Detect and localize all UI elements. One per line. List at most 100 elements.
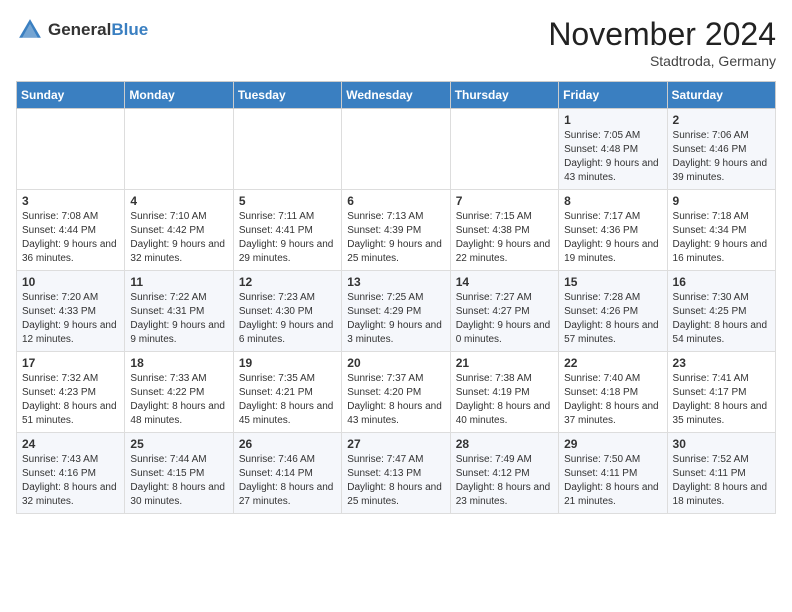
calendar-cell: 16 Sunrise: 7:30 AMSunset: 4:25 PMDayligh… (667, 271, 775, 352)
logo-blue: Blue (111, 20, 148, 39)
logo-text: GeneralBlue (48, 20, 148, 40)
day-info: Sunrise: 7:28 AMSunset: 4:26 PMDaylight:… (564, 291, 661, 347)
day-info: Sunrise: 7:38 AMSunset: 4:19 PMDaylight:… (456, 372, 553, 428)
calendar-table: Sunday Monday Tuesday Wednesday Thursday… (16, 81, 776, 514)
day-number: 3 (22, 194, 119, 208)
calendar-cell: 23 Sunrise: 7:41 AMSunset: 4:17 PMDayligh… (667, 352, 775, 433)
calendar-cell: 29 Sunrise: 7:50 AMSunset: 4:11 PMDayligh… (559, 433, 667, 514)
day-info: Sunrise: 7:30 AMSunset: 4:25 PMDaylight:… (673, 291, 770, 347)
day-info: Sunrise: 7:22 AMSunset: 4:31 PMDaylight:… (130, 291, 227, 347)
day-number: 8 (564, 194, 661, 208)
day-number: 16 (673, 275, 770, 289)
page-header: GeneralBlue November 2024 Stadtroda, Ger… (16, 16, 776, 69)
calendar-week-4: 17 Sunrise: 7:32 AMSunset: 4:23 PMDayligh… (17, 352, 776, 433)
day-number: 5 (239, 194, 336, 208)
day-info: Sunrise: 7:37 AMSunset: 4:20 PMDaylight:… (347, 372, 444, 428)
day-number: 30 (673, 437, 770, 451)
day-number: 20 (347, 356, 444, 370)
day-number: 11 (130, 275, 227, 289)
day-info: Sunrise: 7:18 AMSunset: 4:34 PMDaylight:… (673, 210, 770, 266)
calendar-cell (342, 109, 450, 190)
calendar-cell: 28 Sunrise: 7:49 AMSunset: 4:12 PMDayligh… (450, 433, 558, 514)
day-number: 25 (130, 437, 227, 451)
day-number: 1 (564, 113, 661, 127)
col-monday: Monday (125, 82, 233, 109)
calendar-cell: 1Sunrise: 7:05 AMSunset: 4:48 PMDaylight… (559, 109, 667, 190)
day-info: Sunrise: 7:32 AMSunset: 4:23 PMDaylight:… (22, 372, 119, 428)
day-number: 6 (347, 194, 444, 208)
day-number: 29 (564, 437, 661, 451)
calendar-header-row: Sunday Monday Tuesday Wednesday Thursday… (17, 82, 776, 109)
calendar-cell (233, 109, 341, 190)
day-info: Sunrise: 7:52 AMSunset: 4:11 PMDaylight:… (673, 453, 770, 509)
day-info: Sunrise: 7:15 AMSunset: 4:38 PMDaylight:… (456, 210, 553, 266)
day-info: Sunrise: 7:11 AMSunset: 4:41 PMDaylight:… (239, 210, 336, 266)
col-thursday: Thursday (450, 82, 558, 109)
calendar-cell: 14Sunrise: 7:27 AMSunset: 4:27 PMDayligh… (450, 271, 558, 352)
calendar-cell: 21 Sunrise: 7:38 AMSunset: 4:19 PMDayligh… (450, 352, 558, 433)
day-info: Sunrise: 7:44 AMSunset: 4:15 PMDaylight:… (130, 453, 227, 509)
day-info: Sunrise: 7:13 AMSunset: 4:39 PMDaylight:… (347, 210, 444, 266)
calendar-cell (125, 109, 233, 190)
day-info: Sunrise: 7:40 AMSunset: 4:18 PMDaylight:… (564, 372, 661, 428)
calendar-cell: 13Sunrise: 7:25 AMSunset: 4:29 PMDayligh… (342, 271, 450, 352)
calendar-cell: 4Sunrise: 7:10 AMSunset: 4:42 PMDaylight… (125, 190, 233, 271)
calendar-cell: 17 Sunrise: 7:32 AMSunset: 4:23 PMDayligh… (17, 352, 125, 433)
calendar-cell: 15 Sunrise: 7:28 AMSunset: 4:26 PMDayligh… (559, 271, 667, 352)
day-number: 14 (456, 275, 553, 289)
day-number: 23 (673, 356, 770, 370)
day-info: Sunrise: 7:08 AMSunset: 4:44 PMDaylight:… (22, 210, 119, 266)
calendar-cell: 27 Sunrise: 7:47 AMSunset: 4:13 PMDayligh… (342, 433, 450, 514)
calendar-week-2: 3 Sunrise: 7:08 AMSunset: 4:44 PMDaylight… (17, 190, 776, 271)
day-number: 18 (130, 356, 227, 370)
day-info: Sunrise: 7:49 AMSunset: 4:12 PMDaylight:… (456, 453, 553, 509)
calendar-cell: 3 Sunrise: 7:08 AMSunset: 4:44 PMDaylight… (17, 190, 125, 271)
day-number: 17 (22, 356, 119, 370)
day-number: 9 (673, 194, 770, 208)
title-area: November 2024 Stadtroda, Germany (548, 16, 776, 69)
calendar-cell: 8 Sunrise: 7:17 AMSunset: 4:36 PMDaylight… (559, 190, 667, 271)
calendar-cell: 24Sunrise: 7:43 AMSunset: 4:16 PMDayligh… (17, 433, 125, 514)
day-number: 21 (456, 356, 553, 370)
day-number: 27 (347, 437, 444, 451)
day-info: Sunrise: 7:17 AMSunset: 4:36 PMDaylight:… (564, 210, 661, 266)
calendar-cell: 12Sunrise: 7:23 AMSunset: 4:30 PMDayligh… (233, 271, 341, 352)
day-info: Sunrise: 7:43 AMSunset: 4:16 PMDaylight:… (22, 453, 119, 509)
col-saturday: Saturday (667, 82, 775, 109)
day-number: 4 (130, 194, 227, 208)
col-tuesday: Tuesday (233, 82, 341, 109)
day-number: 2 (673, 113, 770, 127)
day-info: Sunrise: 7:20 AMSunset: 4:33 PMDaylight:… (22, 291, 119, 347)
calendar-cell: 20 Sunrise: 7:37 AMSunset: 4:20 PMDayligh… (342, 352, 450, 433)
calendar-cell: 25 Sunrise: 7:44 AMSunset: 4:15 PMDayligh… (125, 433, 233, 514)
day-number: 10 (22, 275, 119, 289)
day-number: 12 (239, 275, 336, 289)
calendar-cell: 22 Sunrise: 7:40 AMSunset: 4:18 PMDayligh… (559, 352, 667, 433)
day-number: 22 (564, 356, 661, 370)
calendar-cell: 26Sunrise: 7:46 AMSunset: 4:14 PMDayligh… (233, 433, 341, 514)
calendar-week-5: 24Sunrise: 7:43 AMSunset: 4:16 PMDayligh… (17, 433, 776, 514)
calendar-cell: 7 Sunrise: 7:15 AMSunset: 4:38 PMDaylight… (450, 190, 558, 271)
logo-general: General (48, 20, 111, 39)
calendar-cell: 6 Sunrise: 7:13 AMSunset: 4:39 PMDaylight… (342, 190, 450, 271)
day-number: 15 (564, 275, 661, 289)
month-title: November 2024 (548, 16, 776, 53)
calendar-cell: 5 Sunrise: 7:11 AMSunset: 4:41 PMDaylight… (233, 190, 341, 271)
day-info: Sunrise: 7:50 AMSunset: 4:11 PMDaylight:… (564, 453, 661, 509)
day-number: 28 (456, 437, 553, 451)
day-info: Sunrise: 7:35 AMSunset: 4:21 PMDaylight:… (239, 372, 336, 428)
calendar-cell: 19Sunrise: 7:35 AMSunset: 4:21 PMDayligh… (233, 352, 341, 433)
calendar-cell (450, 109, 558, 190)
day-info: Sunrise: 7:41 AMSunset: 4:17 PMDaylight:… (673, 372, 770, 428)
calendar-cell: 11 Sunrise: 7:22 AMSunset: 4:31 PMDayligh… (125, 271, 233, 352)
day-info: Sunrise: 7:06 AMSunset: 4:46 PMDaylight:… (673, 129, 770, 185)
day-number: 7 (456, 194, 553, 208)
day-info: Sunrise: 7:47 AMSunset: 4:13 PMDaylight:… (347, 453, 444, 509)
day-info: Sunrise: 7:33 AMSunset: 4:22 PMDaylight:… (130, 372, 227, 428)
calendar-cell: 30 Sunrise: 7:52 AMSunset: 4:11 PMDayligh… (667, 433, 775, 514)
calendar-cell: 9 Sunrise: 7:18 AMSunset: 4:34 PMDaylight… (667, 190, 775, 271)
calendar-week-1: 1Sunrise: 7:05 AMSunset: 4:48 PMDaylight… (17, 109, 776, 190)
calendar-cell: 10 Sunrise: 7:20 AMSunset: 4:33 PMDayligh… (17, 271, 125, 352)
calendar-week-3: 10 Sunrise: 7:20 AMSunset: 4:33 PMDayligh… (17, 271, 776, 352)
logo-icon (16, 16, 44, 44)
